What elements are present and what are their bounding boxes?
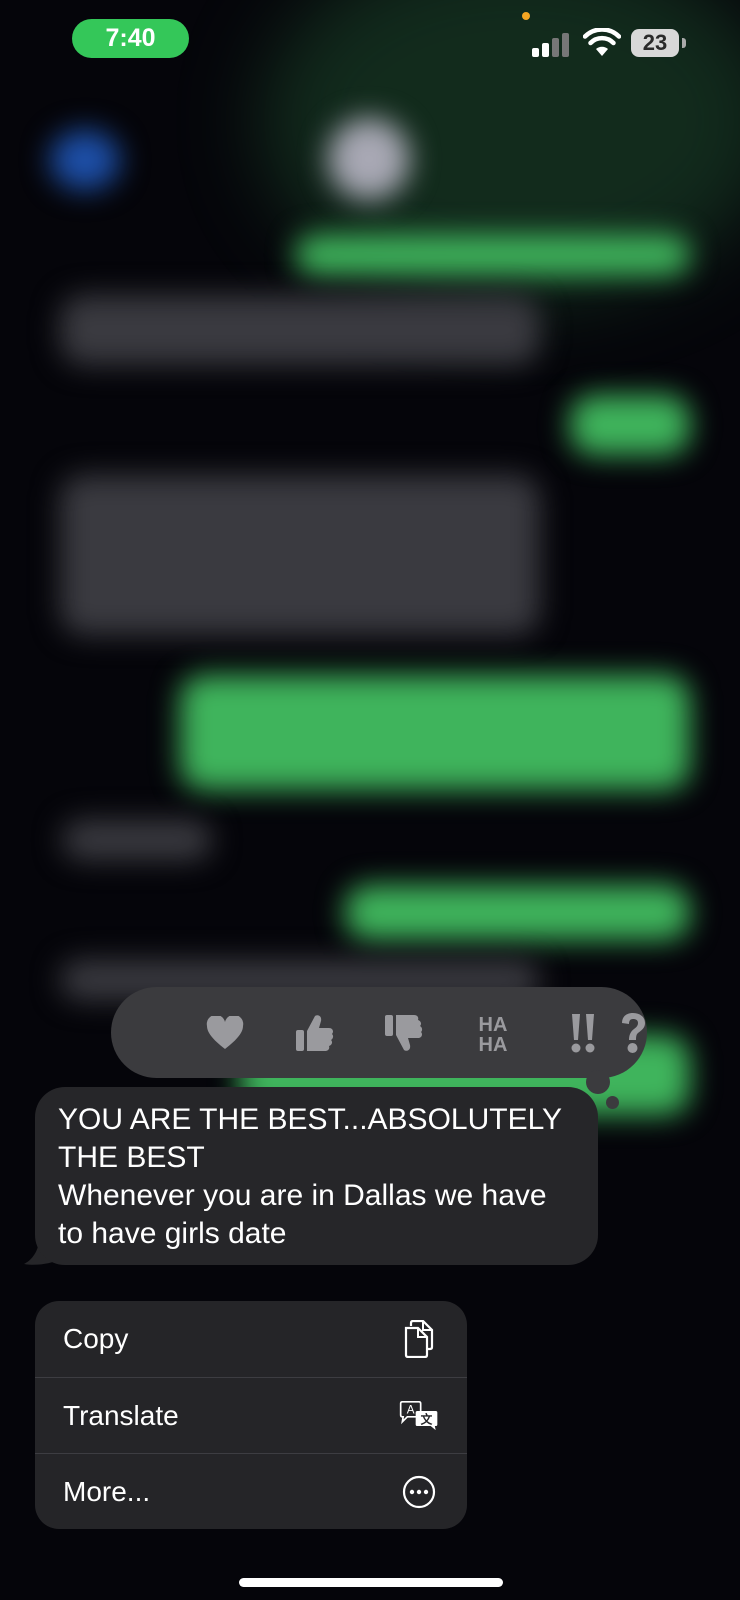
context-menu: Copy Translate A 文 More...	[35, 1301, 467, 1529]
privacy-indicator-dot	[522, 12, 530, 20]
cellular-signal-icon	[532, 31, 572, 57]
haha-icon[interactable]: HA HA	[453, 987, 533, 1078]
tapback-tail-dot	[606, 1096, 619, 1109]
menu-item-label: Translate	[63, 1399, 179, 1431]
tapback-reaction-bar: HA HA	[111, 987, 647, 1078]
thumbs-up-icon[interactable]	[274, 987, 354, 1078]
tapback-tail-bubble	[586, 1070, 610, 1094]
menu-item-translate[interactable]: Translate A 文	[35, 1377, 467, 1453]
home-indicator[interactable]	[239, 1578, 503, 1587]
heart-icon[interactable]	[185, 987, 265, 1078]
battery-tip	[682, 38, 686, 48]
svg-text:A: A	[407, 1403, 415, 1416]
translate-icon: A 文	[399, 1396, 439, 1436]
battery-indicator: 23	[631, 29, 679, 57]
menu-item-more[interactable]: More...	[35, 1453, 467, 1529]
copy-icon	[399, 1319, 439, 1359]
question-icon[interactable]	[593, 987, 673, 1078]
menu-item-copy[interactable]: Copy	[35, 1301, 467, 1377]
svg-text:HA: HA	[479, 1034, 508, 1054]
menu-item-label: More...	[63, 1475, 151, 1507]
message-text: YOU ARE THE BEST...ABSOLUTELY THE BEST W…	[58, 1103, 562, 1250]
svg-text:HA: HA	[479, 1014, 508, 1036]
menu-item-label: Copy	[63, 1323, 129, 1354]
svg-text:文: 文	[420, 1412, 433, 1426]
message-bubble[interactable]: YOU ARE THE BEST...ABSOLUTELY THE BEST W…	[35, 1087, 598, 1265]
status-bar: 7:40 23	[0, 0, 740, 80]
more-icon	[399, 1472, 439, 1512]
thumbs-down-icon[interactable]	[363, 987, 443, 1078]
wifi-icon	[583, 28, 621, 56]
status-time[interactable]: 7:40	[72, 19, 189, 58]
